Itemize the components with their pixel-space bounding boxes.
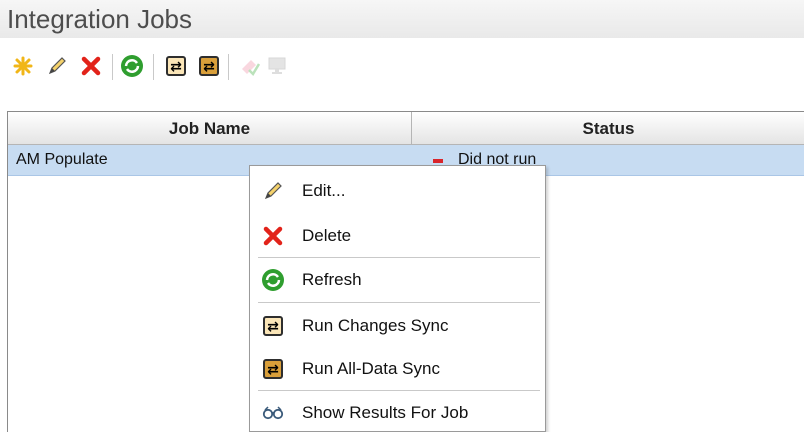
menu-separator: [258, 302, 540, 303]
menu-item-label: Run All-Data Sync: [302, 359, 440, 378]
refresh-icon: [262, 269, 284, 291]
monitor-icon: [268, 57, 286, 74]
menu-item-label: Show Results For Job: [302, 403, 469, 422]
edit-icon: [264, 182, 282, 200]
refresh-button[interactable]: [120, 54, 144, 78]
run-all-data-sync-button[interactable]: ⇄: [197, 54, 221, 78]
menu-item-show-results[interactable]: Show Results For Job: [250, 395, 545, 431]
menu-item-edit[interactable]: Edit...: [250, 173, 545, 209]
page-title: Integration Jobs: [7, 4, 193, 34]
toolbar: ⇄ ⇄: [0, 40, 804, 94]
menu-item-label: Edit...: [302, 181, 346, 200]
toolbar-separator: [153, 54, 154, 80]
toolbar-separator: [228, 54, 229, 80]
status-indicator-icon: [433, 159, 443, 163]
delete-icon: [263, 226, 283, 246]
toolbar-separator: [112, 54, 113, 80]
menu-item-label: Delete: [302, 226, 352, 245]
menu-item-run-changes-sync[interactable]: ⇄ Run Changes Sync: [250, 308, 545, 344]
run-changes-sync-icon: ⇄: [263, 316, 283, 336]
edit-icon: [48, 57, 66, 75]
delete-icon: [81, 56, 101, 76]
new-icon: [13, 56, 33, 76]
run-all-data-sync-icon: ⇄: [199, 56, 219, 76]
menu-item-refresh[interactable]: Refresh: [250, 262, 545, 298]
job-name-cell: AM Populate: [16, 151, 108, 168]
clear-icon: [242, 60, 261, 77]
table-header: Job Name Status: [8, 112, 804, 145]
column-header-job-name[interactable]: Job Name: [8, 112, 411, 145]
menu-separator: [258, 390, 540, 391]
run-all-data-sync-icon: ⇄: [263, 359, 283, 379]
menu-item-delete[interactable]: Delete: [250, 218, 545, 254]
menu-item-run-all-data-sync[interactable]: ⇄ Run All-Data Sync: [250, 351, 545, 387]
delete-button[interactable]: [79, 54, 103, 78]
monitor-button[interactable]: [265, 54, 289, 78]
menu-item-label: Run Changes Sync: [302, 316, 449, 335]
refresh-icon: [121, 55, 143, 77]
menu-separator: [258, 257, 540, 258]
column-header-status[interactable]: Status: [412, 112, 804, 145]
run-changes-sync-icon: ⇄: [166, 56, 186, 76]
run-changes-sync-button[interactable]: ⇄: [164, 54, 188, 78]
edit-button[interactable]: [45, 54, 69, 78]
new-button[interactable]: [11, 54, 35, 78]
title-bar: Integration Jobs: [0, 0, 804, 38]
menu-item-label: Refresh: [302, 270, 362, 289]
show-results-icon: [262, 406, 284, 420]
context-menu: Edit... Delete Refresh ⇄ Run Changes Syn…: [249, 165, 546, 432]
clear-button[interactable]: [238, 54, 262, 78]
